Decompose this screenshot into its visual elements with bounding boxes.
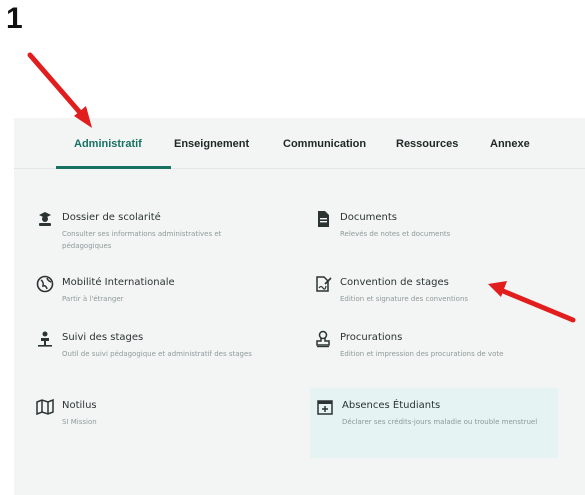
calendar-plus-icon [316, 398, 334, 416]
service-description: SI Mission [62, 418, 97, 426]
graduate-icon [36, 210, 54, 228]
service-description: Edition et impression des procurations d… [340, 350, 504, 358]
tab-bar: Administratif Enseignement Communication… [14, 118, 585, 169]
service-title: Procurations [340, 332, 403, 343]
service-description: Edition et signature des conventions [340, 295, 469, 303]
service-item-dossier-scolarite[interactable]: Dossier de scolarité Consulter ses infor… [36, 210, 281, 272]
active-tab-indicator [56, 166, 171, 169]
service-item-procurations[interactable]: Procurations Edition et impression des p… [314, 330, 559, 392]
tab-communication[interactable]: Communication [283, 138, 366, 150]
tab-administratif[interactable]: Administratif [74, 138, 142, 150]
service-item-documents[interactable]: Documents Relevés de notes et documents [314, 210, 559, 272]
service-title: Absences Étudiants [342, 400, 441, 411]
service-description: Partir à l'étranger [62, 295, 124, 303]
tab-annexe[interactable]: Annexe [490, 138, 530, 150]
service-description: Consulter ses informations administrativ… [62, 230, 222, 250]
service-title: Mobilité Internationale [62, 277, 175, 288]
globe-icon [36, 275, 54, 293]
service-item-suivi-stages[interactable]: Suivi des stages Outil de suivi pédagogi… [36, 330, 281, 392]
sign-document-icon [314, 275, 332, 293]
map-icon [36, 398, 54, 416]
tab-enseignement[interactable]: Enseignement [174, 138, 249, 150]
presenter-icon [36, 330, 54, 348]
service-item-convention-stages[interactable]: Convention de stages Edition et signatur… [314, 275, 559, 337]
service-description: Relevés de notes et documents [340, 230, 451, 238]
document-icon [314, 210, 332, 228]
service-title: Notilus [62, 400, 97, 411]
service-title: Suivi des stages [62, 332, 144, 343]
service-description: Outil de suivi pédagogique et administra… [62, 350, 252, 358]
service-title: Documents [340, 212, 398, 223]
service-item-mobilite[interactable]: Mobilité Internationale Partir à l'étran… [36, 275, 281, 337]
service-description: Déclarer ses crédits-jours maladie ou tr… [342, 418, 538, 426]
services-panel: Administratif Enseignement Communication… [14, 118, 585, 495]
service-item-absences-etudiants[interactable]: Absences Étudiants Déclarer ses crédits-… [310, 388, 558, 458]
tab-ressources[interactable]: Ressources [396, 138, 458, 150]
service-title: Dossier de scolarité [62, 212, 161, 223]
stamp-icon [314, 330, 332, 348]
service-title: Convention de stages [340, 277, 449, 288]
step-number-label: 1 [6, 2, 23, 35]
service-item-notilus[interactable]: Notilus SI Mission [36, 398, 281, 460]
